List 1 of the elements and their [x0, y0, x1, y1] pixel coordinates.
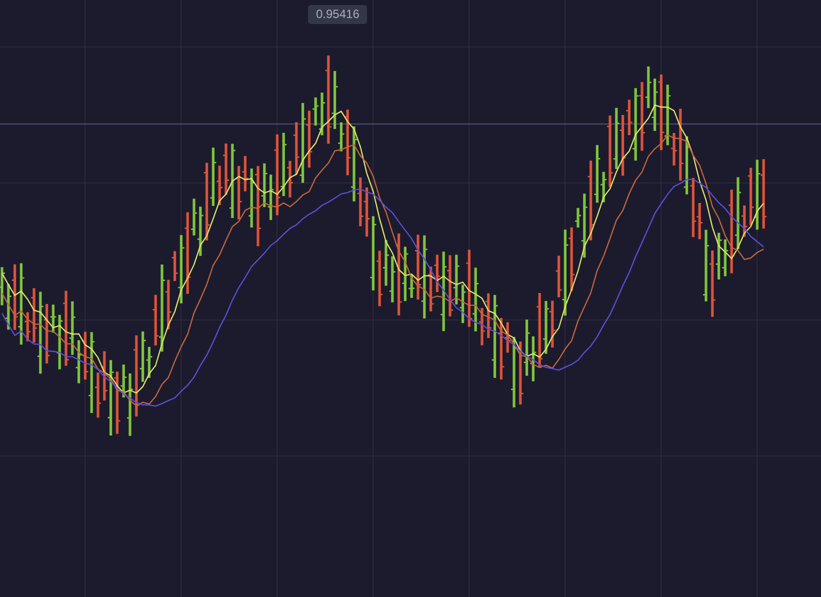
price-label: 0.95416: [308, 5, 368, 24]
